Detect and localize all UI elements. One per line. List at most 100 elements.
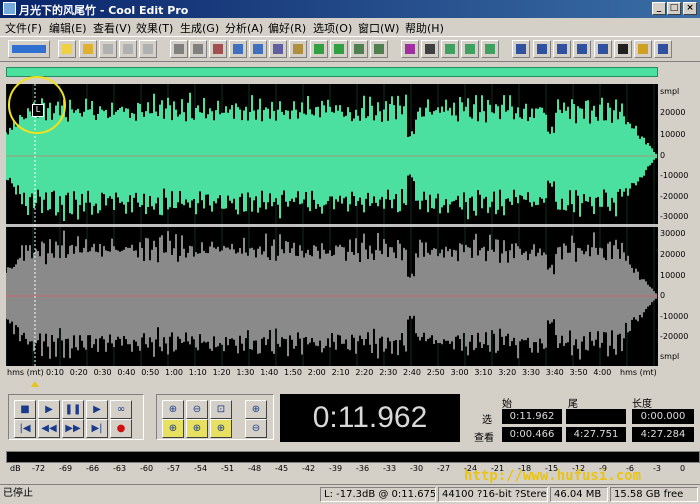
play-icon: ▶ — [45, 404, 53, 415]
grid2-button[interactable] — [461, 40, 479, 58]
redo-button[interactable] — [189, 40, 207, 58]
repeat-button[interactable] — [209, 40, 227, 58]
zoom-in-v-button[interactable]: ⊕ — [245, 400, 267, 419]
highlight-circle — [8, 76, 66, 134]
select-length-field[interactable]: 0:00.000 — [632, 409, 694, 424]
time-format-button[interactable] — [614, 40, 632, 58]
meter-tick: -51 — [221, 464, 235, 473]
timeline-tick: 4:00 — [593, 368, 612, 377]
menu-options[interactable]: 选项(O) — [313, 20, 352, 36]
menu-preferences[interactable]: 偏好(R) — [268, 20, 306, 36]
new-file-button[interactable] — [58, 40, 76, 58]
save-button[interactable] — [99, 40, 117, 58]
close-button[interactable]: × — [683, 2, 697, 15]
multitrack-button[interactable] — [8, 40, 50, 58]
paste-new-button[interactable] — [310, 40, 328, 58]
open-file-button[interactable] — [79, 40, 97, 58]
cue-list-button[interactable] — [553, 40, 571, 58]
time-display: 0:11.962 — [280, 394, 460, 442]
menu-edit[interactable]: 编辑(E) — [49, 20, 87, 36]
timeline-tick: 0:20 — [69, 368, 88, 377]
fast-forward-icon: ▶▶ — [65, 423, 81, 434]
mix-paste-button[interactable] — [330, 40, 348, 58]
y-tick: -30000 — [660, 212, 689, 221]
play-list-icon — [537, 44, 547, 54]
menu-view[interactable]: 查看(V) — [93, 20, 131, 36]
spectral-view-button[interactable] — [401, 40, 419, 58]
timeline-unit-left: hms (mt) — [7, 368, 44, 377]
view-start-field[interactable]: 0:00.466 — [502, 427, 562, 442]
cut-button[interactable] — [269, 40, 287, 58]
menu-window[interactable]: 窗口(W) — [358, 20, 399, 36]
copy-new-button[interactable] — [249, 40, 267, 58]
loop-button[interactable]: ∞ — [110, 400, 132, 419]
timeline-ruler[interactable]: hms (mt) hms (mt) 0:10 0:20 0:30 0:40 0:50 1:… — [6, 366, 700, 380]
repeat-icon — [213, 44, 223, 54]
meter-button[interactable] — [634, 40, 652, 58]
go-end-button[interactable]: ▶| — [86, 419, 108, 438]
menu-analyze[interactable]: 分析(A) — [225, 20, 263, 36]
meter-tick: -45 — [275, 464, 289, 473]
play-to-end-button[interactable]: ▶ — [86, 400, 108, 419]
maximize-button[interactable]: □ — [667, 2, 681, 15]
info-button[interactable] — [573, 40, 591, 58]
zoom-full-button[interactable]: ⊡ — [210, 400, 232, 419]
save-as-button[interactable] — [119, 40, 137, 58]
waveform-view-button[interactable] — [421, 40, 439, 58]
trim-button[interactable] — [370, 40, 388, 58]
go-start-button[interactable]: |◀ — [14, 419, 36, 438]
close-file-button[interactable] — [139, 40, 157, 58]
channel-divider — [6, 224, 658, 227]
paste-button[interactable] — [289, 40, 307, 58]
timeline-tick: 3:10 — [474, 368, 493, 377]
timeline-tick: 3:50 — [569, 368, 588, 377]
y-tick: -20000 — [660, 192, 689, 201]
stop-button[interactable]: ■ — [14, 400, 36, 419]
cd-player-button[interactable] — [512, 40, 530, 58]
record-button[interactable]: ● — [110, 419, 132, 438]
copy-button[interactable] — [229, 40, 247, 58]
select-start-field[interactable]: 0:11.962 — [502, 409, 562, 424]
zoom-selection-button[interactable]: ⊕ — [162, 419, 184, 438]
y-tick: smpl — [660, 352, 680, 361]
transport-panel: ■ ▶ ❚❚ ▶ ∞ |◀ ◀◀ ▶▶ ▶| ● — [8, 394, 144, 440]
menu-file[interactable]: 文件(F) — [5, 20, 42, 36]
view-end-field[interactable]: 4:27.751 — [566, 427, 626, 442]
pause-button[interactable]: ❚❚ — [62, 400, 84, 419]
new-file-icon — [62, 44, 72, 54]
select-end-field[interactable] — [566, 409, 626, 424]
meter-tick: -33 — [383, 464, 397, 473]
overview-bar[interactable] — [6, 67, 658, 77]
play-button[interactable]: ▶ — [38, 400, 60, 419]
waveform-display[interactable]: L — [6, 76, 658, 366]
col-end-label: 尾 — [568, 399, 578, 410]
window-title: 月光下的风尾竹 - Cool Edit Pro — [19, 4, 189, 17]
menu-help[interactable]: 帮助(H) — [405, 20, 444, 36]
menu-effects[interactable]: 效果(T) — [136, 20, 173, 36]
view-length-field[interactable]: 4:27.284 — [632, 427, 694, 442]
timeline-tick: 1:50 — [284, 368, 302, 377]
find-button[interactable] — [594, 40, 612, 58]
zoom-left-button[interactable]: ⊕ — [186, 419, 208, 438]
zoom-out-v-button[interactable]: ⊖ — [245, 419, 267, 438]
zoom-in-h-button[interactable]: ⊕ — [162, 400, 184, 419]
zoom-right-button[interactable]: ⊕ — [210, 419, 232, 438]
crop-button[interactable] — [350, 40, 368, 58]
minimize-button[interactable]: _ — [652, 2, 666, 15]
play-cursor-marker[interactable] — [31, 381, 39, 387]
zoom-out-h-button[interactable]: ⊖ — [186, 400, 208, 419]
play-list-button[interactable] — [533, 40, 551, 58]
paste-icon — [293, 44, 303, 54]
grid3-button[interactable] — [481, 40, 499, 58]
multitrack-icon — [12, 45, 46, 53]
settings-button[interactable] — [654, 40, 672, 58]
fast-forward-button[interactable]: ▶▶ — [62, 419, 84, 438]
meter-tick: -27 — [437, 464, 451, 473]
grid-button[interactable] — [441, 40, 459, 58]
undo-button[interactable] — [170, 40, 188, 58]
menu-generate[interactable]: 生成(G) — [180, 20, 219, 36]
app-icon[interactable] — [3, 2, 16, 15]
rewind-button[interactable]: ◀◀ — [38, 419, 60, 438]
timeline-tick: 1:40 — [260, 368, 279, 377]
timeline-tick: 2:00 — [307, 368, 326, 377]
